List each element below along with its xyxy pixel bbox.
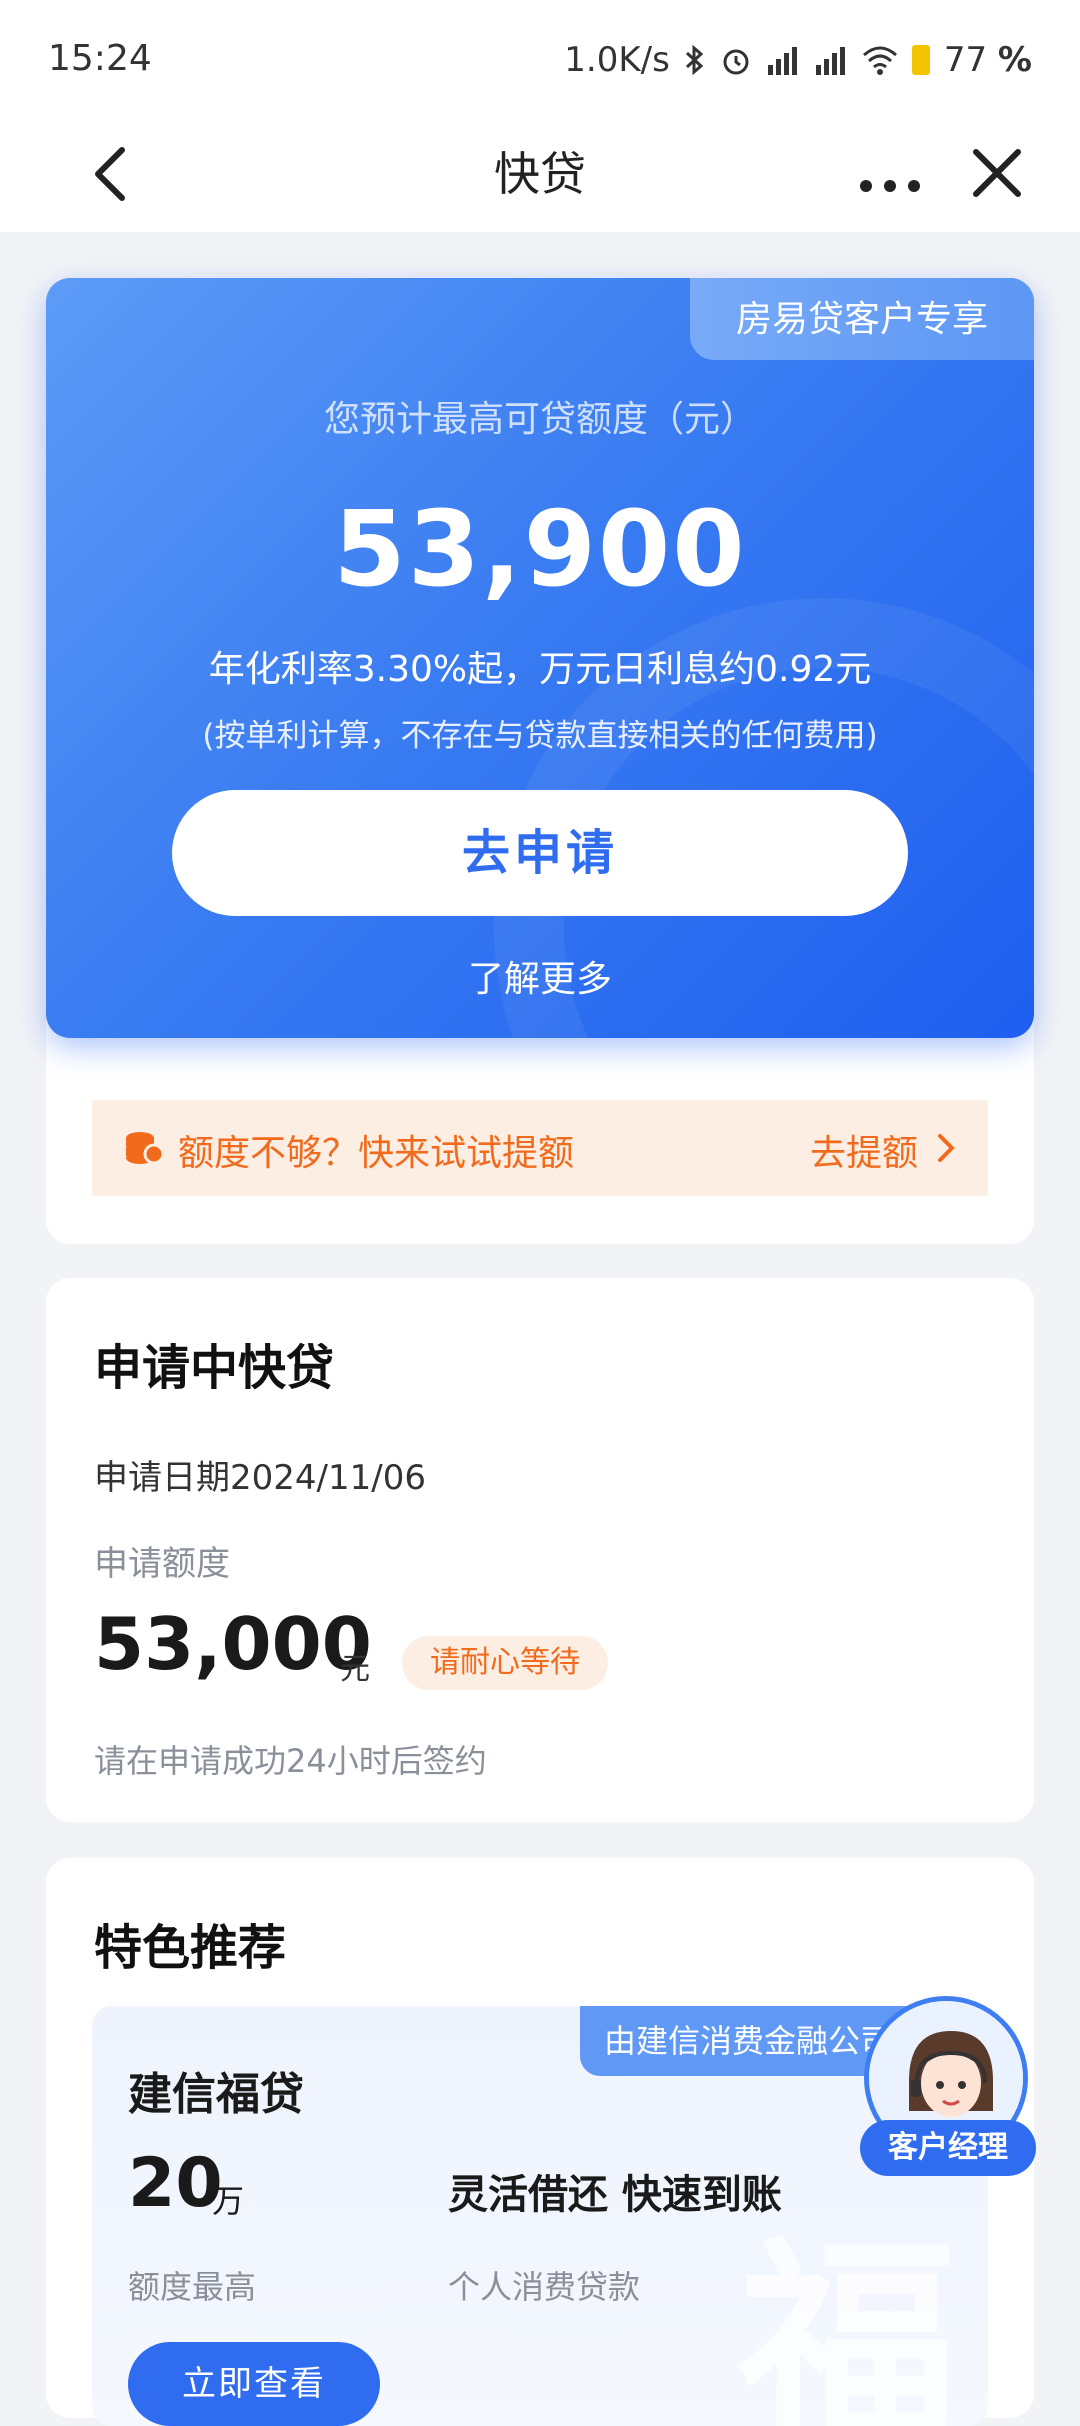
status-badge: 请耐心等待 bbox=[402, 1636, 608, 1690]
nav-bar: 快贷 bbox=[0, 120, 1080, 232]
status-bar: 15:24 1.0K/s 77 % bbox=[0, 0, 1080, 120]
loan-quota-card: 房易贷客户专享 您预计最高可贷额度（元） 53,900 年化利率3.30%起，万… bbox=[46, 278, 1034, 1038]
application-date: 申请日期2024/11/06 bbox=[94, 1458, 426, 1498]
network-speed: 1.0K/s bbox=[564, 40, 670, 80]
agent-label: 客户经理 bbox=[860, 2120, 1036, 2176]
product-quota-label: 额度最高 bbox=[128, 2268, 257, 2306]
learn-more-link[interactable]: 了解更多 bbox=[46, 950, 1034, 1002]
customer-manager-button[interactable]: 客户经理 bbox=[860, 1996, 1036, 2182]
application-amount: 53,000 bbox=[94, 1602, 372, 1686]
application-amount-unit: 元 bbox=[340, 1652, 370, 1687]
interest-rate-text: 年化利率3.30%起，万元日利息约0.92元 bbox=[208, 649, 872, 690]
product-quota: 20 bbox=[128, 2144, 223, 2223]
quota-amount: 53,900 bbox=[333, 488, 747, 610]
application-amount-label: 申请额度 bbox=[94, 1544, 230, 1584]
status-icons: 1.0K/s 77 % bbox=[564, 40, 1032, 80]
view-now-button[interactable]: 立即查看 bbox=[128, 2342, 380, 2426]
apply-button[interactable]: 去申请 bbox=[172, 790, 908, 916]
alarm-icon bbox=[723, 49, 749, 75]
application-card[interactable]: 申请中快贷 申请日期2024/11/06 申请额度 53,000 元 请耐心等待… bbox=[46, 1278, 1034, 1822]
signal-icon bbox=[767, 47, 797, 75]
battery-unit: % bbox=[997, 40, 1032, 80]
more-icon[interactable] bbox=[850, 142, 930, 202]
recommend-title: 特色推荐 bbox=[94, 1920, 287, 1976]
quota-label: 您预计最高可贷额度（元） bbox=[323, 399, 756, 440]
battery-value: 77 bbox=[943, 40, 988, 80]
product-card[interactable]: 福 由建信消费金融公司 建信福贷 20 万 灵活借还 快速到账 额度最高 个人消… bbox=[92, 2006, 988, 2426]
battery-level: 77 % bbox=[944, 40, 1032, 80]
sign-tip: 请在申请成功24小时后签约 bbox=[94, 1742, 487, 1780]
increase-limit-link[interactable]: 去提额 bbox=[810, 1124, 918, 1176]
status-time: 15:24 bbox=[48, 38, 152, 79]
limit-banner-text: 额度不够？快来试试提额 bbox=[178, 1133, 575, 1174]
product-name: 建信福贷 bbox=[128, 2069, 304, 2120]
coins-icon bbox=[126, 1132, 164, 1165]
product-quota-unit: 万 bbox=[212, 2182, 245, 2220]
signal-icon-2 bbox=[815, 47, 845, 75]
chevron-right-icon bbox=[938, 1134, 955, 1162]
bluetooth-icon bbox=[685, 44, 704, 76]
close-icon[interactable] bbox=[962, 138, 1032, 208]
increase-limit-banner[interactable]: 额度不够？快来试试提额 去提额 bbox=[92, 1100, 988, 1196]
application-title: 申请中快贷 bbox=[94, 1340, 335, 1396]
battery-icon bbox=[911, 45, 930, 75]
interest-note: (按单利计算，不存在与贷款直接相关的任何费用) bbox=[202, 718, 878, 754]
exclusive-tag: 房易贷客户专享 bbox=[690, 278, 1034, 360]
wifi-icon bbox=[862, 46, 897, 75]
product-features: 灵活借还 快速到账 bbox=[448, 2172, 782, 2218]
product-type: 个人消费贷款 bbox=[448, 2268, 641, 2306]
